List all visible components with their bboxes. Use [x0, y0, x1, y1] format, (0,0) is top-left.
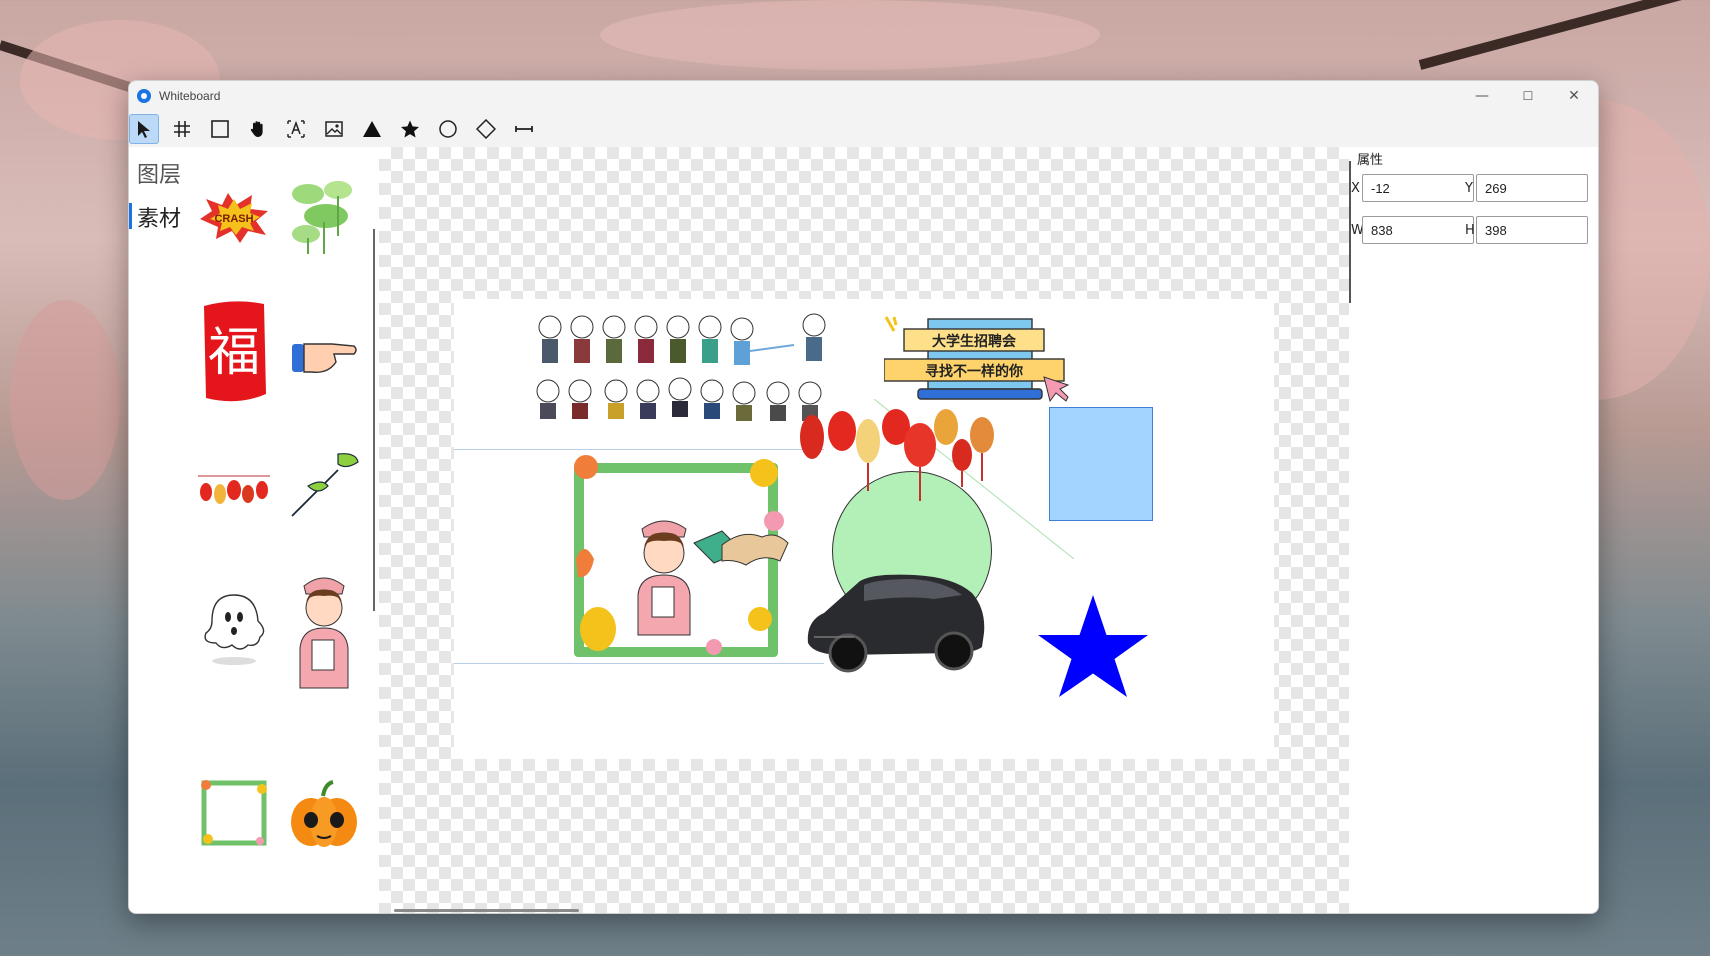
title-bar: Whiteboard — ☐ ✕: [129, 81, 1598, 111]
star-tool[interactable]: [395, 114, 425, 144]
flower-frame-icon: [201, 780, 267, 846]
asset-ghost[interactable]: [195, 581, 273, 671]
hash-icon: [174, 121, 190, 137]
h-label: H: [1465, 223, 1475, 238]
car-object[interactable]: [804, 569, 988, 677]
banner-laptop-graphic: [884, 316, 1070, 403]
circle-tool[interactable]: [433, 114, 463, 144]
asset-flower-frame[interactable]: [195, 773, 273, 853]
maximize-button[interactable]: ☐: [1505, 81, 1551, 111]
fu-seal-icon: 福: [204, 301, 266, 402]
branch: [1418, 0, 1710, 70]
blue-star-shape[interactable]: [1030, 593, 1156, 697]
star-icon: [401, 120, 419, 138]
app-logo-icon: [137, 89, 151, 103]
tab-layers[interactable]: 图层: [137, 157, 181, 189]
properties-title: 属性: [1357, 153, 1384, 168]
panda-figures-group[interactable]: [534, 311, 834, 421]
asset-nurse[interactable]: [285, 565, 363, 695]
select-tool[interactable]: [129, 114, 159, 144]
diamond-tool[interactable]: [471, 114, 501, 144]
y-label: Y: [1465, 181, 1473, 196]
triangle-tool[interactable]: [357, 114, 387, 144]
arrow-pointer-icon: [138, 121, 150, 138]
pointing-hand-icon: [292, 343, 357, 373]
canvas-area[interactable]: 大学生招聘会 寻找不一样的你: [379, 147, 1349, 913]
banner-line1: 大学生招聘会: [932, 334, 1016, 350]
close-button[interactable]: ✕: [1551, 81, 1597, 111]
diamond-icon: [476, 119, 496, 139]
left-scrollbar[interactable]: [373, 229, 375, 611]
tab-assets[interactable]: 素材: [137, 201, 181, 233]
pumpkin-icon: [291, 780, 357, 847]
grid-tool[interactable]: [167, 114, 197, 144]
books-object[interactable]: [692, 523, 792, 573]
left-panel: 图层 素材 CRASH 福: [129, 147, 379, 913]
lanterns-icon: [198, 475, 270, 504]
ghost-icon: [204, 594, 265, 665]
blossom: [10, 300, 120, 500]
window-title: Whiteboard: [159, 89, 221, 103]
blue-rectangle-shape[interactable]: [1049, 407, 1153, 521]
asset-pumpkin[interactable]: [285, 775, 363, 855]
x-label: X: [1351, 181, 1360, 196]
crash-sticker-icon: CRASH: [200, 193, 268, 243]
asset-pointing-hand[interactable]: [285, 317, 363, 387]
whiteboard-board[interactable]: 大学生招聘会 寻找不一样的你: [454, 299, 1274, 759]
canvas-lanterns[interactable]: [796, 401, 996, 501]
blossom: [600, 0, 1100, 70]
fu-character: 福: [208, 323, 260, 383]
green-leaves-icon: [291, 453, 359, 517]
asset-green-leaves[interactable]: [285, 447, 363, 523]
y-input[interactable]: [1476, 174, 1588, 202]
asset-lanterns[interactable]: [195, 465, 273, 525]
whiteboard-window: Whiteboard — ☐ ✕ 图层 素材 CRASH 福 大学生招聘会 寻找…: [128, 80, 1599, 914]
h-input[interactable]: [1476, 216, 1588, 244]
hand-icon: [250, 121, 263, 137]
pan-tool[interactable]: [243, 114, 273, 144]
asset-fu-seal[interactable]: 福: [195, 293, 273, 413]
toolbar: [129, 111, 1598, 147]
tab-indicator: [129, 203, 132, 229]
rectangle-tool[interactable]: [205, 114, 235, 144]
image-icon: [325, 121, 343, 137]
lotus-leaves-icon: [292, 181, 352, 254]
asset-lotus-leaves[interactable]: [285, 173, 363, 259]
properties-panel: 属性 X Y W H: [1349, 147, 1598, 913]
banner-line2: 寻找不一样的你: [925, 364, 1023, 380]
canvas-horizontal-scrollbar[interactable]: [394, 909, 579, 912]
w-input[interactable]: [1362, 216, 1474, 244]
svg-text:CRASH: CRASH: [214, 213, 253, 225]
square-icon: [211, 120, 229, 138]
text-tool[interactable]: [281, 114, 311, 144]
circle-icon: [439, 120, 457, 138]
text-box-icon: [287, 120, 305, 138]
nurse-icon: [299, 577, 349, 689]
x-input[interactable]: [1362, 174, 1474, 202]
recruitment-banner[interactable]: 大学生招聘会 寻找不一样的你: [884, 315, 1074, 405]
asset-crash-sticker[interactable]: CRASH: [195, 177, 273, 257]
triangle-icon: [363, 121, 381, 137]
image-tool[interactable]: [319, 114, 349, 144]
line-arrow-icon: [515, 126, 533, 132]
minimize-button[interactable]: —: [1459, 81, 1505, 111]
line-tool[interactable]: [509, 114, 539, 144]
